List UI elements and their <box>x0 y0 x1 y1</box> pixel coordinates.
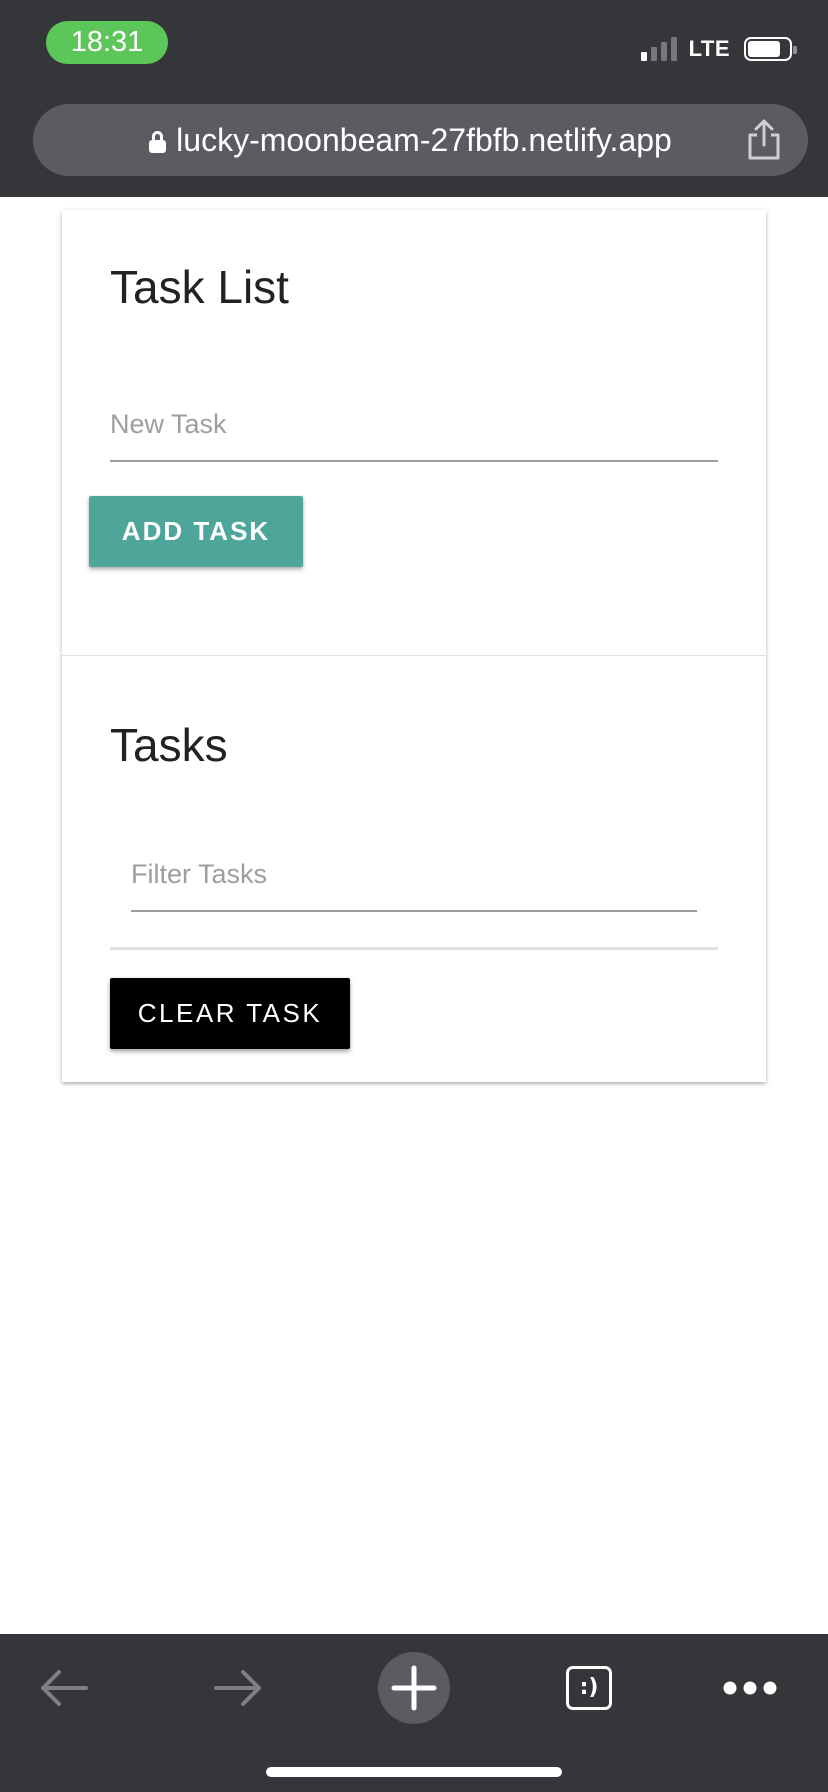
home-indicator <box>266 1767 562 1777</box>
cellular-signal-icon <box>640 37 677 61</box>
arrow-left-icon <box>41 1670 88 1706</box>
new-task-input[interactable] <box>110 388 718 460</box>
url-text[interactable]: lucky-moonbeam-27fbfb.netlify.app <box>176 122 672 159</box>
battery-icon <box>744 37 797 61</box>
network-type: LTE <box>688 36 730 61</box>
address-bar[interactable]: lucky-moonbeam-27fbfb.netlify.app <box>33 104 808 176</box>
tasks-heading: Tasks <box>110 719 228 771</box>
status-indicators: LTE <box>640 36 797 62</box>
more-horizontal-icon <box>723 1681 777 1695</box>
browser-top-chrome: 18:31 LTE lucky-moonbeam-27fbfb.netlify.… <box>0 0 828 197</box>
lock-icon <box>149 131 167 153</box>
task-card: Task List ADD TASK Tasks CLEAR TASK <box>62 210 766 1082</box>
browser-toolbar: :) <box>0 1634 828 1792</box>
new-tab-button[interactable] <box>374 1648 454 1728</box>
filter-tasks-input[interactable] <box>131 838 697 910</box>
task-list <box>110 947 718 950</box>
address-display[interactable]: lucky-moonbeam-27fbfb.netlify.app <box>33 104 738 176</box>
add-task-section: Task List ADD TASK <box>62 210 766 656</box>
forward-button[interactable] <box>198 1648 278 1728</box>
plus-icon <box>391 1665 437 1711</box>
add-task-button[interactable]: ADD TASK <box>89 496 303 567</box>
back-button[interactable] <box>24 1648 104 1728</box>
filter-tasks-field[interactable] <box>131 838 697 912</box>
new-task-field[interactable] <box>110 388 718 462</box>
status-time: 18:31 <box>46 21 168 64</box>
page-title: Task List <box>110 261 289 313</box>
menu-button[interactable] <box>710 1648 790 1728</box>
tab-switcher-button[interactable]: :) <box>549 1648 629 1728</box>
arrow-right-icon <box>214 1670 261 1706</box>
tab-switcher-icon: :) <box>566 1666 612 1710</box>
new-tab-circle[interactable] <box>378 1652 450 1724</box>
share-icon[interactable] <box>744 119 784 161</box>
clear-task-button[interactable]: CLEAR TASK <box>110 978 350 1049</box>
